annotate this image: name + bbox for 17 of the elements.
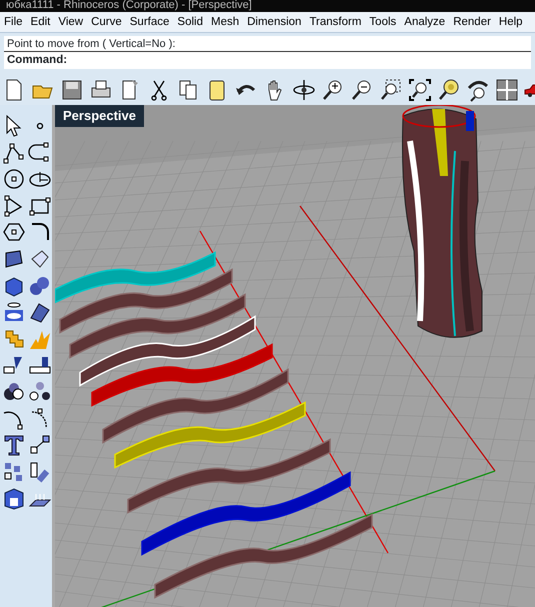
menu-item[interactable]: Render xyxy=(449,12,495,32)
menu-item[interactable]: Edit xyxy=(26,12,54,32)
menu-item[interactable]: Solid xyxy=(173,12,207,32)
viewport-tab[interactable]: Perspective xyxy=(55,105,144,126)
menu-item[interactable]: View xyxy=(54,12,88,32)
menu-item[interactable]: Dimension xyxy=(243,12,306,32)
menu-item[interactable]: Transform xyxy=(305,12,366,32)
menu-item[interactable]: Curve xyxy=(87,12,126,32)
command-history: Point to move from ( Vertical=No ): xyxy=(4,36,531,52)
menu-item[interactable]: Mesh xyxy=(206,12,244,32)
command-prompt[interactable]: Command: xyxy=(4,52,531,69)
menu-item[interactable]: Help xyxy=(494,12,527,32)
menu-item[interactable]: File xyxy=(0,12,27,32)
menu-item[interactable]: Tools xyxy=(365,12,400,32)
menu-item[interactable]: Analyze xyxy=(400,12,450,32)
menu-item[interactable]: Surface xyxy=(126,12,174,32)
window-title: юбка1111 - Rhinoceros (Corporate) - [Perspective] xyxy=(0,0,535,12)
